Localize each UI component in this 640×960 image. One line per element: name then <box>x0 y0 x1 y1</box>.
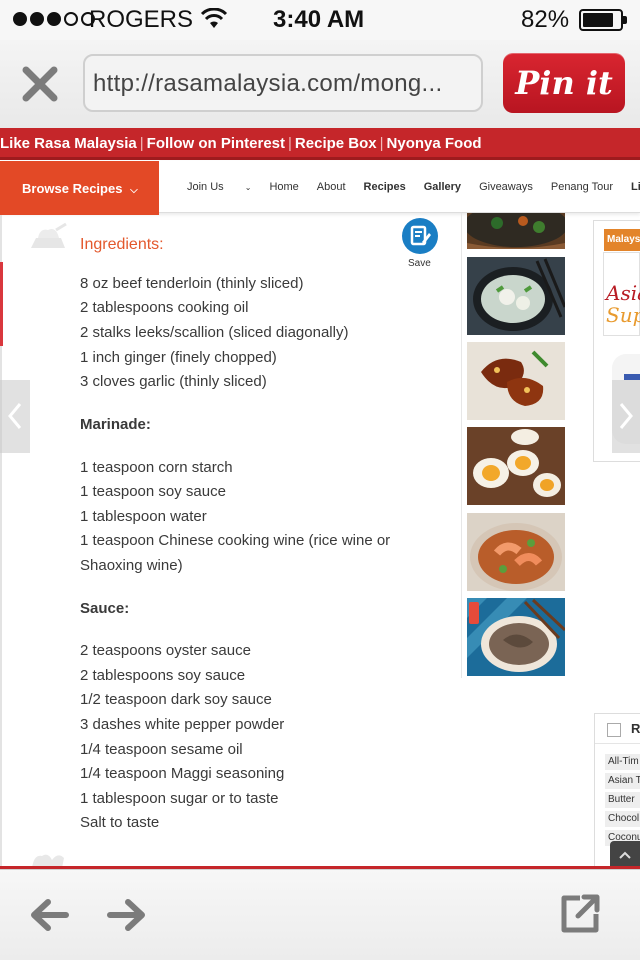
widget-tag[interactable]: Asian T <box>605 773 640 789</box>
nav-penang-tour[interactable]: Penang Tour <box>551 181 613 193</box>
battery-percent: 82% <box>521 6 570 33</box>
marinade-line: 1 tablespoon water <box>80 508 207 525</box>
signal-strength-icon <box>13 12 95 26</box>
sauce-line: 2 teaspoons oyster sauce <box>80 642 251 659</box>
share-icon[interactable] <box>558 892 602 936</box>
link-recipe-box[interactable]: Recipe Box <box>295 135 377 152</box>
save-label: Save <box>408 258 431 269</box>
marinade-line: 1 teaspoon Chinese cooking wine (rice wi… <box>80 532 391 549</box>
status-bar: ROGERS 3:40 AM 82% <box>0 0 640 40</box>
widget-tag[interactable]: Butter <box>605 792 640 808</box>
recipe-thumbnail[interactable] <box>467 213 565 249</box>
recipe-thumbnail[interactable] <box>467 598 565 676</box>
link-follow-pinterest[interactable]: Follow on Pinterest <box>147 135 285 152</box>
checkbox-icon[interactable] <box>607 723 621 737</box>
ingredient-line: 2 stalks leeks/scallion (sliced diagonal… <box>80 324 349 341</box>
link-nyonya-food[interactable]: Nyonya Food <box>387 135 482 152</box>
ingredient-line: 8 oz beef tenderloin (thinly sliced) <box>80 275 304 292</box>
widget-tag[interactable]: Chocol <box>605 811 640 827</box>
sauce-line: 1/4 teaspoon sesame oil <box>80 741 243 758</box>
recipe-thumbnail[interactable] <box>467 427 565 505</box>
sauce-line: 1 tablespoon sugar or to taste <box>80 790 279 807</box>
sauce-line: Salt to taste <box>80 814 160 831</box>
thumbnail-column-border <box>461 213 462 678</box>
clock: 3:40 AM <box>273 6 365 33</box>
sauce-line: 2 tablespoons soy sauce <box>80 667 246 684</box>
browse-recipes-label: Browse Recipes <box>22 181 123 196</box>
nav-menu: Join Us ⌄ Home About Recipes Gallery Giv… <box>187 161 640 213</box>
nav-home[interactable]: Home <box>269 181 298 193</box>
ingredients-heading: Ingredients: <box>80 236 164 253</box>
browser-toolbar: http://rasamalaysia.com/mong... Pin it <box>0 40 640 128</box>
forward-arrow-icon[interactable] <box>106 896 148 934</box>
battery-icon <box>579 9 627 31</box>
carousel-next-button[interactable] <box>612 380 640 453</box>
link-like-rasa-malaysia[interactable]: Like Rasa Malaysia <box>0 135 137 152</box>
carrier-name: ROGERS <box>89 6 194 33</box>
recipe-thumbnail[interactable] <box>467 513 565 591</box>
chevron-left-icon <box>8 403 22 429</box>
nav-about[interactable]: About <box>317 181 346 193</box>
marinade-line: Shaoxing wine) <box>80 557 183 574</box>
ad-header: Malaysi <box>604 229 640 251</box>
browse-recipes-button[interactable]: Browse Recipes ⌵ <box>0 161 159 215</box>
chevron-down-icon: ⌵ <box>130 185 138 196</box>
nav-giveaways[interactable]: Giveaways <box>479 181 533 193</box>
sauce-line: 3 dashes white pepper powder <box>80 716 285 733</box>
ad-headline: Asia Sup <box>606 281 640 327</box>
site-top-links: Like Rasa Malaysia | Follow on Pinterest | R… <box>0 128 640 160</box>
scroll-to-top-button[interactable] <box>610 841 640 869</box>
close-icon[interactable] <box>18 62 62 106</box>
recipe-thumbnail[interactable] <box>467 342 565 420</box>
pin-it-button[interactable]: Pin it <box>503 53 625 113</box>
chevron-up-icon <box>619 851 631 859</box>
marinade-line: 1 teaspoon soy sauce <box>80 483 226 500</box>
nav-gallery[interactable]: Gallery <box>424 181 461 193</box>
nav-recipes[interactable]: Recipes <box>364 181 406 193</box>
widget-tag[interactable]: All-Tim <box>605 754 640 770</box>
ingredient-line: 1 inch ginger (finely chopped) <box>80 349 277 366</box>
ingredient-line: 3 cloves garlic (thinly sliced) <box>80 373 267 390</box>
back-arrow-icon[interactable] <box>28 896 70 934</box>
save-button[interactable] <box>402 218 438 254</box>
sauce-line: 1/4 teaspoon Maggi seasoning <box>80 765 285 782</box>
nav-like[interactable]: Lik <box>631 181 640 193</box>
sauce-line: 1/2 teaspoon dark soy sauce <box>80 691 272 708</box>
content-left-accent <box>0 262 3 346</box>
wifi-icon <box>200 8 228 28</box>
widget-header: R <box>595 714 640 744</box>
browser-bottom-toolbar <box>0 869 640 960</box>
widget-title: R <box>631 721 640 736</box>
save-recipe-icon <box>410 225 431 246</box>
nav-join-us[interactable]: Join Us ⌄ <box>187 181 251 193</box>
marinade-heading: Marinade: <box>80 416 151 433</box>
ingredient-line: 2 tablespoons cooking oil <box>80 299 249 316</box>
carousel-prev-button[interactable] <box>0 380 30 453</box>
chevron-down-icon: ⌄ <box>244 183 252 192</box>
marinade-line: 1 teaspoon corn starch <box>80 459 233 476</box>
site-navbar: Browse Recipes ⌵ Join Us ⌄ Home About Re… <box>0 161 640 215</box>
chevron-right-icon <box>619 403 633 429</box>
recipe-thumbnail[interactable] <box>467 257 565 335</box>
cooking-pot-icon <box>31 222 67 248</box>
sauce-heading: Sauce: <box>80 600 130 617</box>
url-field[interactable]: http://rasamalaysia.com/mong... <box>83 54 483 112</box>
